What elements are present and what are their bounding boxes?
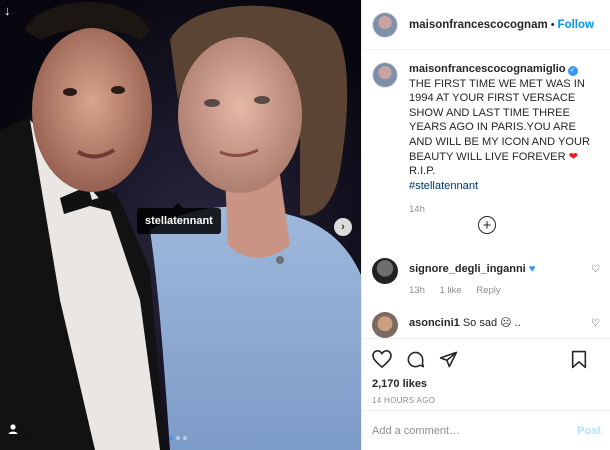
carousel-indicator: [169, 436, 187, 440]
post-photo[interactable]: ↓ stellatennant ›: [0, 0, 361, 450]
hashtag-link[interactable]: #stellatennant: [409, 180, 478, 192]
caption-username[interactable]: maisonfrancescocognamiglio: [409, 63, 566, 75]
verified-badge-icon: ✓: [567, 66, 578, 76]
user-icon: [8, 424, 18, 434]
load-more-comments-button[interactable]: +: [478, 216, 496, 234]
post-timestamp[interactable]: 14 HOURS AGO: [372, 396, 601, 405]
chevron-right-icon: ›: [341, 221, 345, 233]
carousel-dot: [183, 436, 187, 440]
comment-input[interactable]: [372, 424, 578, 437]
tagged-users-button[interactable]: [7, 423, 27, 443]
comment-avatar[interactable]: [372, 312, 398, 338]
comment-like-heart-icon[interactable]: ♡: [591, 264, 600, 275]
add-comment-bar: Post: [362, 410, 610, 450]
caption-avatar[interactable]: [372, 62, 398, 88]
follow-button[interactable]: Follow: [558, 19, 594, 31]
blue-heart-icon: ♥: [528, 263, 536, 275]
sad-face-emoji-icon: ☹: [500, 317, 512, 329]
comment-text: So sad: [462, 317, 498, 329]
post-details-panel: maisonfrancescocognam • Follow maisonfra…: [361, 0, 610, 450]
comment-time[interactable]: 13h: [409, 285, 425, 296]
ellipsis-text: ..: [514, 317, 521, 329]
header-separator: •: [550, 18, 555, 31]
avatar[interactable]: [372, 11, 398, 38]
save-bookmark-icon[interactable]: [571, 350, 587, 369]
caption-body-text: THE FIRST TIME WE MET WAS IN 1994 AT YOU…: [409, 77, 591, 163]
back-arrow-icon[interactable]: ↓: [4, 3, 11, 18]
carousel-next-button[interactable]: ›: [334, 218, 352, 236]
comment-item: asoncini1 So sad ☹ .. ♡: [372, 312, 602, 338]
carousel-dot: [169, 436, 173, 440]
comment-username[interactable]: signore_degli_inganni: [409, 263, 526, 275]
comment-meta: 13h 1 like Reply: [409, 285, 535, 296]
comment-reply-button[interactable]: Reply: [476, 285, 500, 296]
red-heart-icon: ❤: [568, 150, 578, 163]
post-actions: 2,170 likes 14 HOURS AGO: [362, 338, 610, 405]
caption: maisonfrancescocognamiglio ✓ THE FIRST TI…: [362, 50, 610, 215]
comment-username[interactable]: asoncini1: [409, 317, 460, 329]
post-header: maisonfrancescocognam • Follow: [362, 0, 610, 50]
comment-avatar[interactable]: [372, 258, 398, 284]
comment-likes[interactable]: 1 like: [440, 285, 462, 296]
header-username[interactable]: maisonfrancescocognam: [409, 19, 548, 31]
comment-bubble-icon[interactable]: [406, 350, 425, 369]
plus-icon: +: [482, 216, 492, 234]
caption-time[interactable]: 14h: [409, 204, 600, 215]
post-comment-button[interactable]: Post: [577, 425, 601, 437]
like-count[interactable]: 2,170 likes: [372, 378, 601, 390]
caption-rip: R.I.P.: [409, 165, 436, 178]
comment-item: signore_degli_inganni ♥ 13h 1 like Reply…: [372, 258, 602, 296]
carousel-dot: [176, 436, 180, 440]
share-paper-plane-icon[interactable]: [439, 350, 458, 369]
like-heart-icon[interactable]: [372, 350, 392, 368]
comment-like-heart-icon[interactable]: ♡: [591, 318, 600, 329]
caption-text: maisonfrancescocognamiglio ✓ THE FIRST TI…: [409, 62, 600, 193]
user-tag-label[interactable]: stellatennant: [137, 203, 221, 234]
